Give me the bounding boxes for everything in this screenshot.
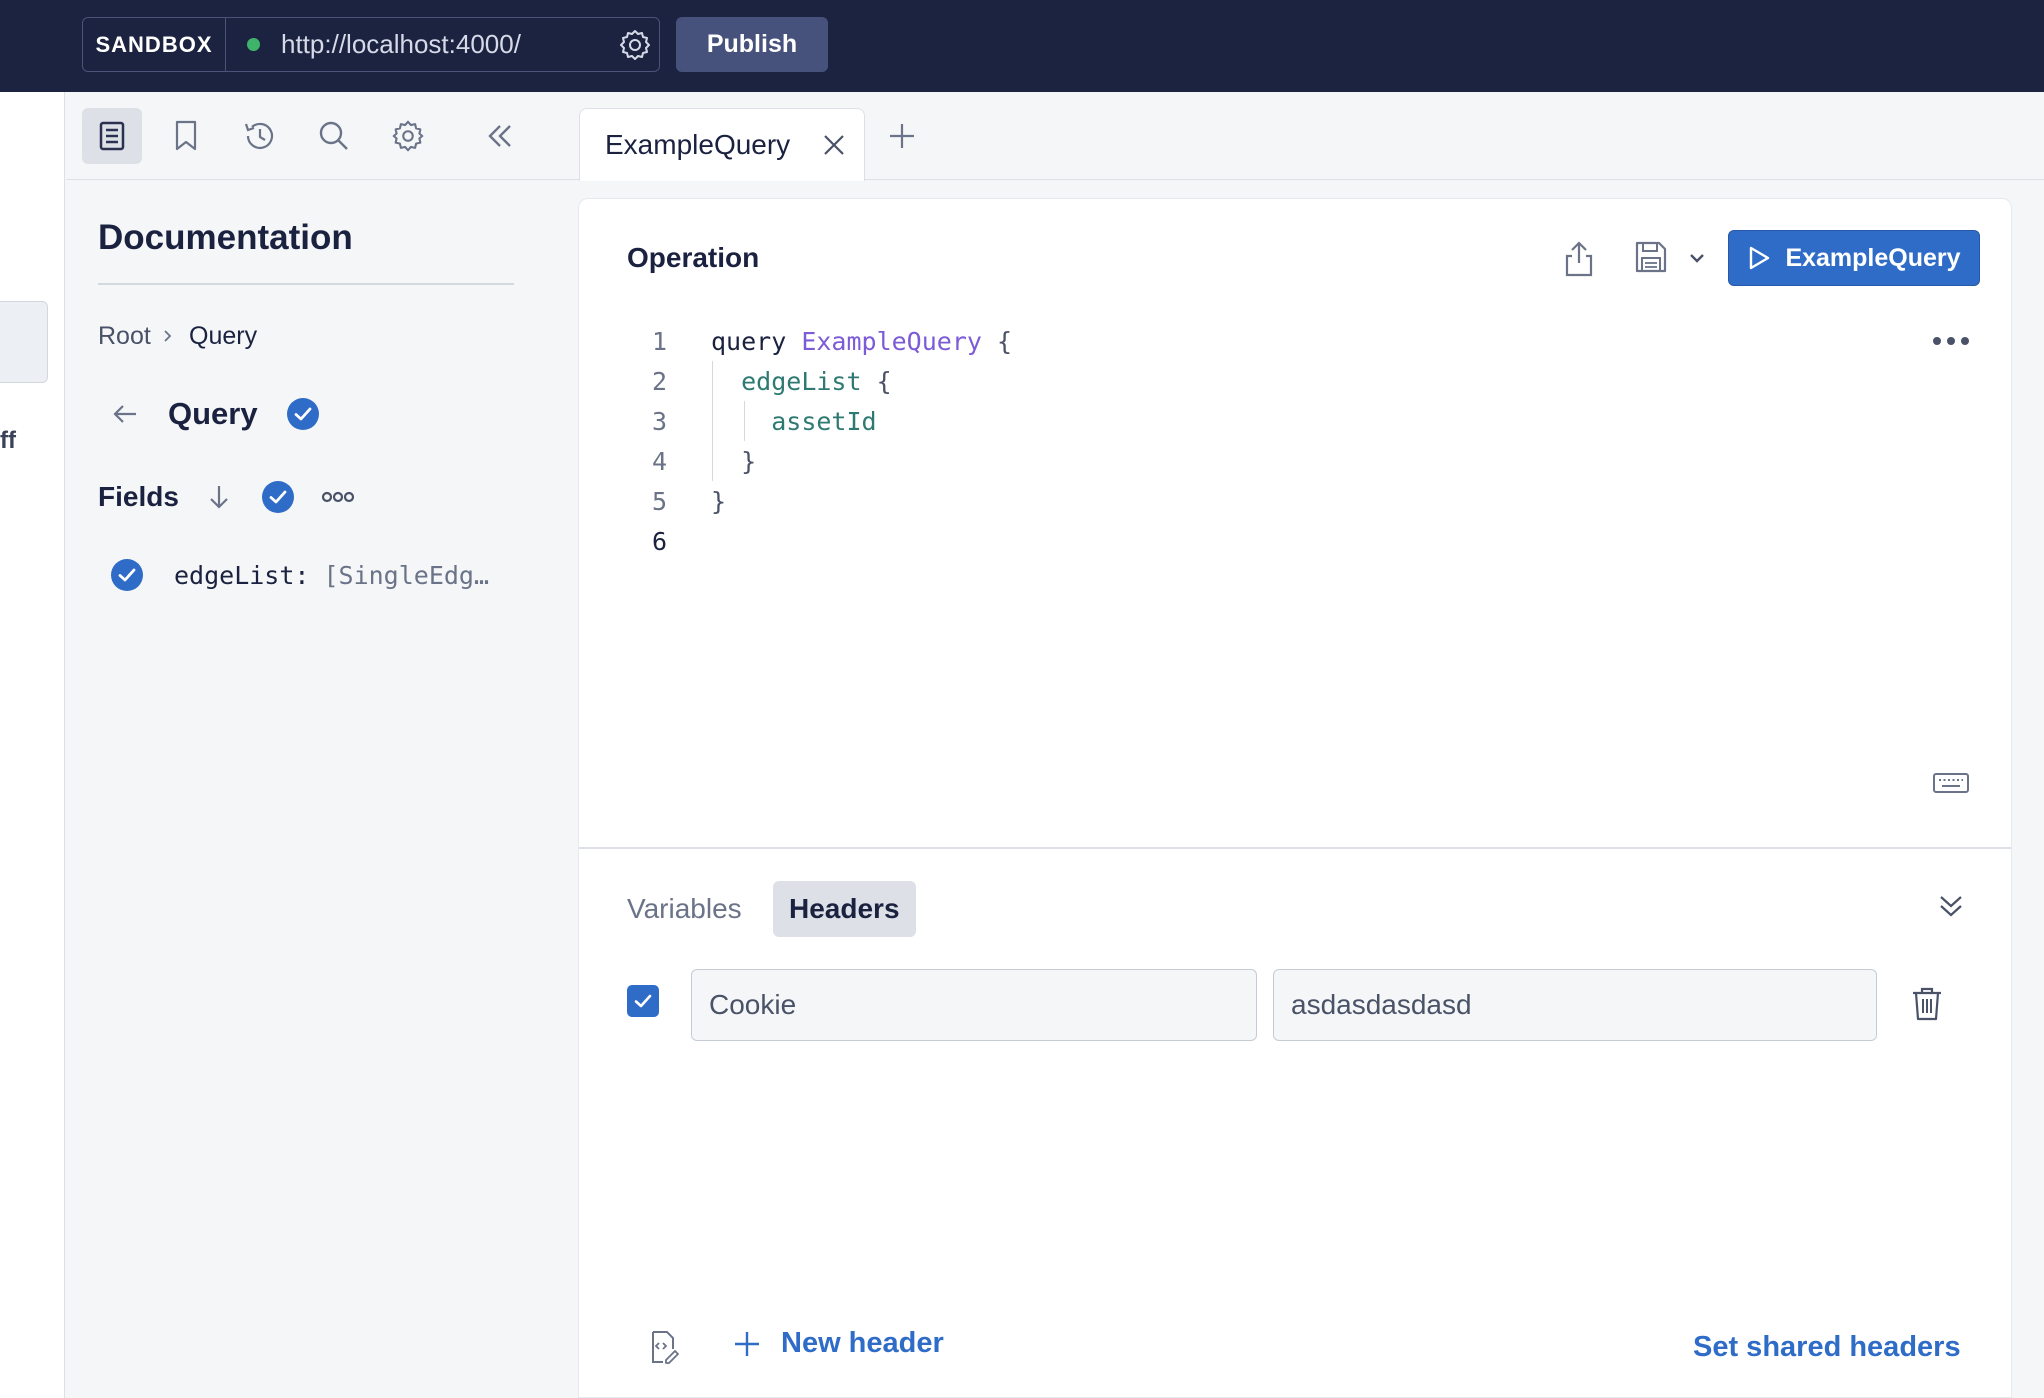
run-operation-button[interactable]: ExampleQuery [1728, 230, 1980, 286]
share-icon[interactable] [1563, 239, 1595, 279]
save-icon[interactable] [1633, 239, 1669, 275]
code-field: edgeList [741, 366, 862, 396]
play-icon [1750, 246, 1770, 270]
code-line: 5 } [627, 481, 726, 521]
editor-more-options-icon[interactable] [1931, 335, 1971, 347]
new-header-label: New header [781, 1327, 944, 1359]
line-number: 2 [651, 366, 667, 396]
more-options-icon[interactable] [321, 490, 355, 504]
code-line: 1 query ExampleQuery { [627, 321, 1012, 361]
docs-divider [98, 283, 514, 285]
header-enabled-checkbox[interactable] [627, 985, 659, 1017]
bookmark-icon[interactable] [156, 108, 216, 164]
tab-example-query[interactable]: ExampleQuery [579, 108, 865, 181]
code-keyword: query [711, 326, 787, 356]
plus-icon [735, 1331, 759, 1356]
code-line: 2 edgeList { [627, 361, 892, 401]
left-strip-partial-text: ff [0, 427, 16, 454]
field-item[interactable]: edgeList: [SingleEdg… [110, 558, 489, 592]
code-line: 4 } [627, 441, 756, 481]
line-number: 6 [651, 526, 667, 556]
publish-button[interactable]: Publish [676, 17, 828, 72]
operation-tabs-bar: ExampleQuery [578, 92, 2044, 181]
line-number: 5 [651, 486, 667, 516]
endpoint-url-input[interactable]: http://localhost:4000/ [281, 29, 615, 60]
search-icon[interactable] [304, 108, 364, 164]
header-key-input[interactable]: Cookie [691, 969, 1257, 1041]
add-tab-plus-icon[interactable] [888, 122, 916, 150]
delete-header-trash-icon[interactable] [1909, 985, 1945, 1023]
new-header-button[interactable]: New header [733, 1327, 944, 1360]
type-name: Query [168, 396, 258, 431]
field-selected-check-icon[interactable] [110, 558, 144, 592]
close-tab-icon[interactable] [822, 133, 846, 157]
sort-down-arrow-icon[interactable] [205, 482, 233, 512]
run-button-label: ExampleQuery [1785, 243, 1961, 272]
code-brace: } [741, 446, 757, 476]
type-selected-check-icon[interactable] [286, 397, 320, 431]
type-header: Query [110, 396, 320, 432]
settings-gear-icon[interactable] [378, 108, 438, 164]
fields-title: Fields [98, 481, 179, 512]
connection-status-dot [247, 38, 260, 51]
code-field: assetId [771, 406, 877, 436]
docs-toolbar [66, 92, 578, 180]
tab-variables[interactable]: Variables [627, 881, 742, 937]
select-all-check-icon[interactable] [261, 480, 295, 514]
sandbox-label: SANDBOX [83, 18, 226, 71]
left-strip-tab[interactable] [0, 301, 48, 383]
save-options-chevron-down-icon[interactable] [1688, 251, 1706, 265]
line-number: 4 [651, 446, 667, 476]
tab-headers[interactable]: Headers [773, 881, 916, 937]
documentation-panel: Documentation Root Query Query Fields ed… [66, 180, 578, 1398]
code-brace: } [711, 486, 727, 516]
code-brace: { [876, 366, 892, 396]
code-brace: { [997, 326, 1013, 356]
collapse-pane-chevrons-down-icon[interactable] [1936, 891, 1966, 921]
code-line: 3 assetId [627, 401, 877, 441]
checkmark-icon [634, 994, 652, 1008]
edit-headers-script-icon[interactable] [645, 1329, 681, 1365]
code-operation-name: ExampleQuery [801, 326, 982, 356]
fields-header: Fields [98, 480, 355, 514]
collapse-panel-icon[interactable] [470, 108, 530, 164]
left-strip: ff [0, 92, 65, 1398]
docs-title: Documentation [98, 218, 353, 257]
keyboard-shortcuts-icon[interactable] [1932, 771, 1970, 795]
line-number: 3 [651, 406, 667, 436]
breadcrumb-root[interactable]: Root [98, 322, 151, 351]
tab-label: ExampleQuery [605, 129, 791, 160]
breadcrumb-query[interactable]: Query [189, 322, 257, 351]
endpoint-bar: SANDBOX http://localhost:4000/ [82, 17, 660, 72]
top-bar: SANDBOX http://localhost:4000/ Publish [0, 0, 2044, 92]
line-number: 1 [651, 326, 667, 356]
pane-divider[interactable] [579, 847, 2011, 849]
set-shared-headers-link[interactable]: Set shared headers [1693, 1331, 1961, 1364]
breadcrumb-chevron-icon [162, 328, 174, 344]
back-arrow-icon[interactable] [110, 399, 140, 429]
header-value-input[interactable]: asdasdasdasd [1273, 969, 1877, 1041]
field-name: edgeList: [174, 560, 310, 590]
operation-title: Operation [627, 242, 760, 273]
code-line: 6 [627, 521, 667, 561]
documentation-icon[interactable] [82, 108, 142, 164]
operation-editor-card: Operation ExampleQuery 1 query ExampleQu… [578, 198, 2012, 1398]
endpoint-settings-gear-icon[interactable] [615, 25, 655, 65]
field-type[interactable]: [SingleEdg… [323, 561, 489, 590]
history-icon[interactable] [230, 108, 290, 164]
code-editor[interactable]: 1 query ExampleQuery { 2 edgeList { 3 as… [627, 321, 1012, 561]
